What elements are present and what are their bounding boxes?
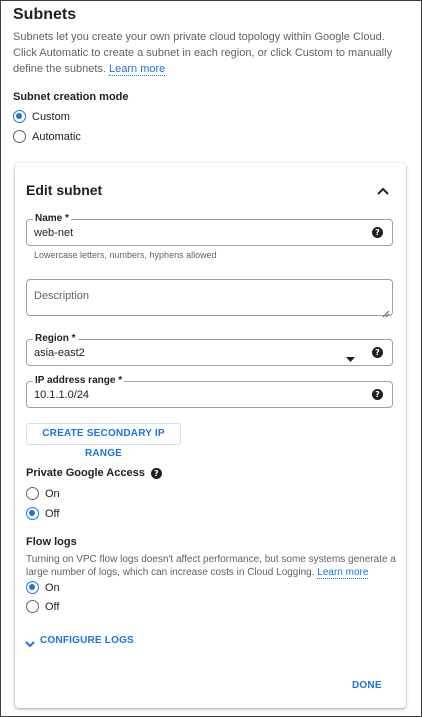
region-select[interactable]: Region * asia-east2 ?	[26, 333, 393, 366]
private-access-label: Private Google Access	[26, 467, 145, 479]
radio-private-off[interactable]: Off	[26, 507, 59, 520]
edit-subnet-card: Edit subnet Name * web-net ? Lowercase l…	[15, 163, 406, 708]
radio-private-off-control[interactable]	[26, 507, 39, 520]
section-description-text: Subnets let you create your own private …	[13, 31, 393, 75]
name-field-label: Name *	[33, 213, 71, 225]
flow-logs-learn-more-link[interactable]: Learn more	[317, 567, 369, 579]
private-access-heading: Private Google Access ?	[26, 467, 162, 479]
radio-flow-on-label: On	[45, 581, 60, 594]
create-secondary-ip-range-button[interactable]: CREATE SECONDARY IP RANGE	[26, 423, 181, 459]
learn-more-link[interactable]: Learn more	[109, 63, 166, 76]
radio-flow-off[interactable]: Off	[26, 600, 59, 613]
radio-private-on-control[interactable]	[26, 487, 39, 500]
ip-range-field-label: IP address range *	[33, 375, 125, 387]
configure-logs-toggle[interactable]: CONFIGURE LOGS	[24, 635, 134, 647]
flow-logs-description: Turning on VPC flow logs doesn't affect …	[26, 553, 396, 579]
radio-private-on[interactable]: On	[26, 487, 60, 500]
radio-custom-control[interactable]	[13, 110, 26, 123]
radio-automatic[interactable]: Automatic	[13, 130, 81, 143]
description-placeholder: Description	[34, 290, 90, 302]
resize-handle-icon[interactable]	[382, 305, 390, 318]
region-field-label: Region *	[33, 333, 78, 345]
done-button[interactable]: DONE	[352, 680, 382, 691]
radio-flow-on[interactable]: On	[26, 581, 60, 594]
description-field[interactable]: Description	[26, 279, 393, 318]
radio-flow-on-control[interactable]	[26, 581, 39, 594]
help-icon[interactable]: ?	[372, 227, 383, 238]
configure-logs-label[interactable]: CONFIGURE LOGS	[40, 635, 134, 646]
radio-private-off-label: Off	[45, 507, 60, 520]
chevron-down-icon	[24, 636, 36, 647]
dropdown-arrow-icon[interactable]	[346, 350, 355, 362]
edit-subnet-title: Edit subnet	[26, 182, 103, 198]
radio-private-on-label: On	[45, 487, 60, 500]
creation-mode-label: Subnet creation mode	[13, 91, 129, 103]
name-hint: Lowercase letters, numbers, hyphens allo…	[34, 250, 217, 260]
region-select-value: asia-east2	[34, 347, 85, 359]
page-title: Subnets	[13, 6, 77, 23]
chevron-up-icon[interactable]	[376, 184, 390, 196]
radio-automatic-control[interactable]	[13, 130, 26, 143]
flow-logs-label: Flow logs	[26, 536, 77, 548]
radio-automatic-label: Automatic	[32, 130, 81, 143]
radio-flow-off-label: Off	[45, 600, 60, 613]
section-description: Subnets let you create your own private …	[13, 29, 405, 77]
name-input-value[interactable]: web-net	[34, 227, 73, 239]
help-icon[interactable]: ?	[150, 467, 162, 479]
help-icon[interactable]: ?	[372, 347, 383, 358]
radio-custom-label: Custom	[32, 110, 70, 123]
radio-flow-off-control[interactable]	[26, 600, 39, 613]
ip-range-field[interactable]: IP address range * 10.1.1.0/24 ?	[26, 375, 393, 408]
radio-custom[interactable]: Custom	[13, 110, 70, 123]
ip-range-input-value[interactable]: 10.1.1.0/24	[34, 389, 89, 401]
name-field[interactable]: Name * web-net ?	[26, 213, 393, 246]
help-icon[interactable]: ?	[372, 389, 383, 400]
